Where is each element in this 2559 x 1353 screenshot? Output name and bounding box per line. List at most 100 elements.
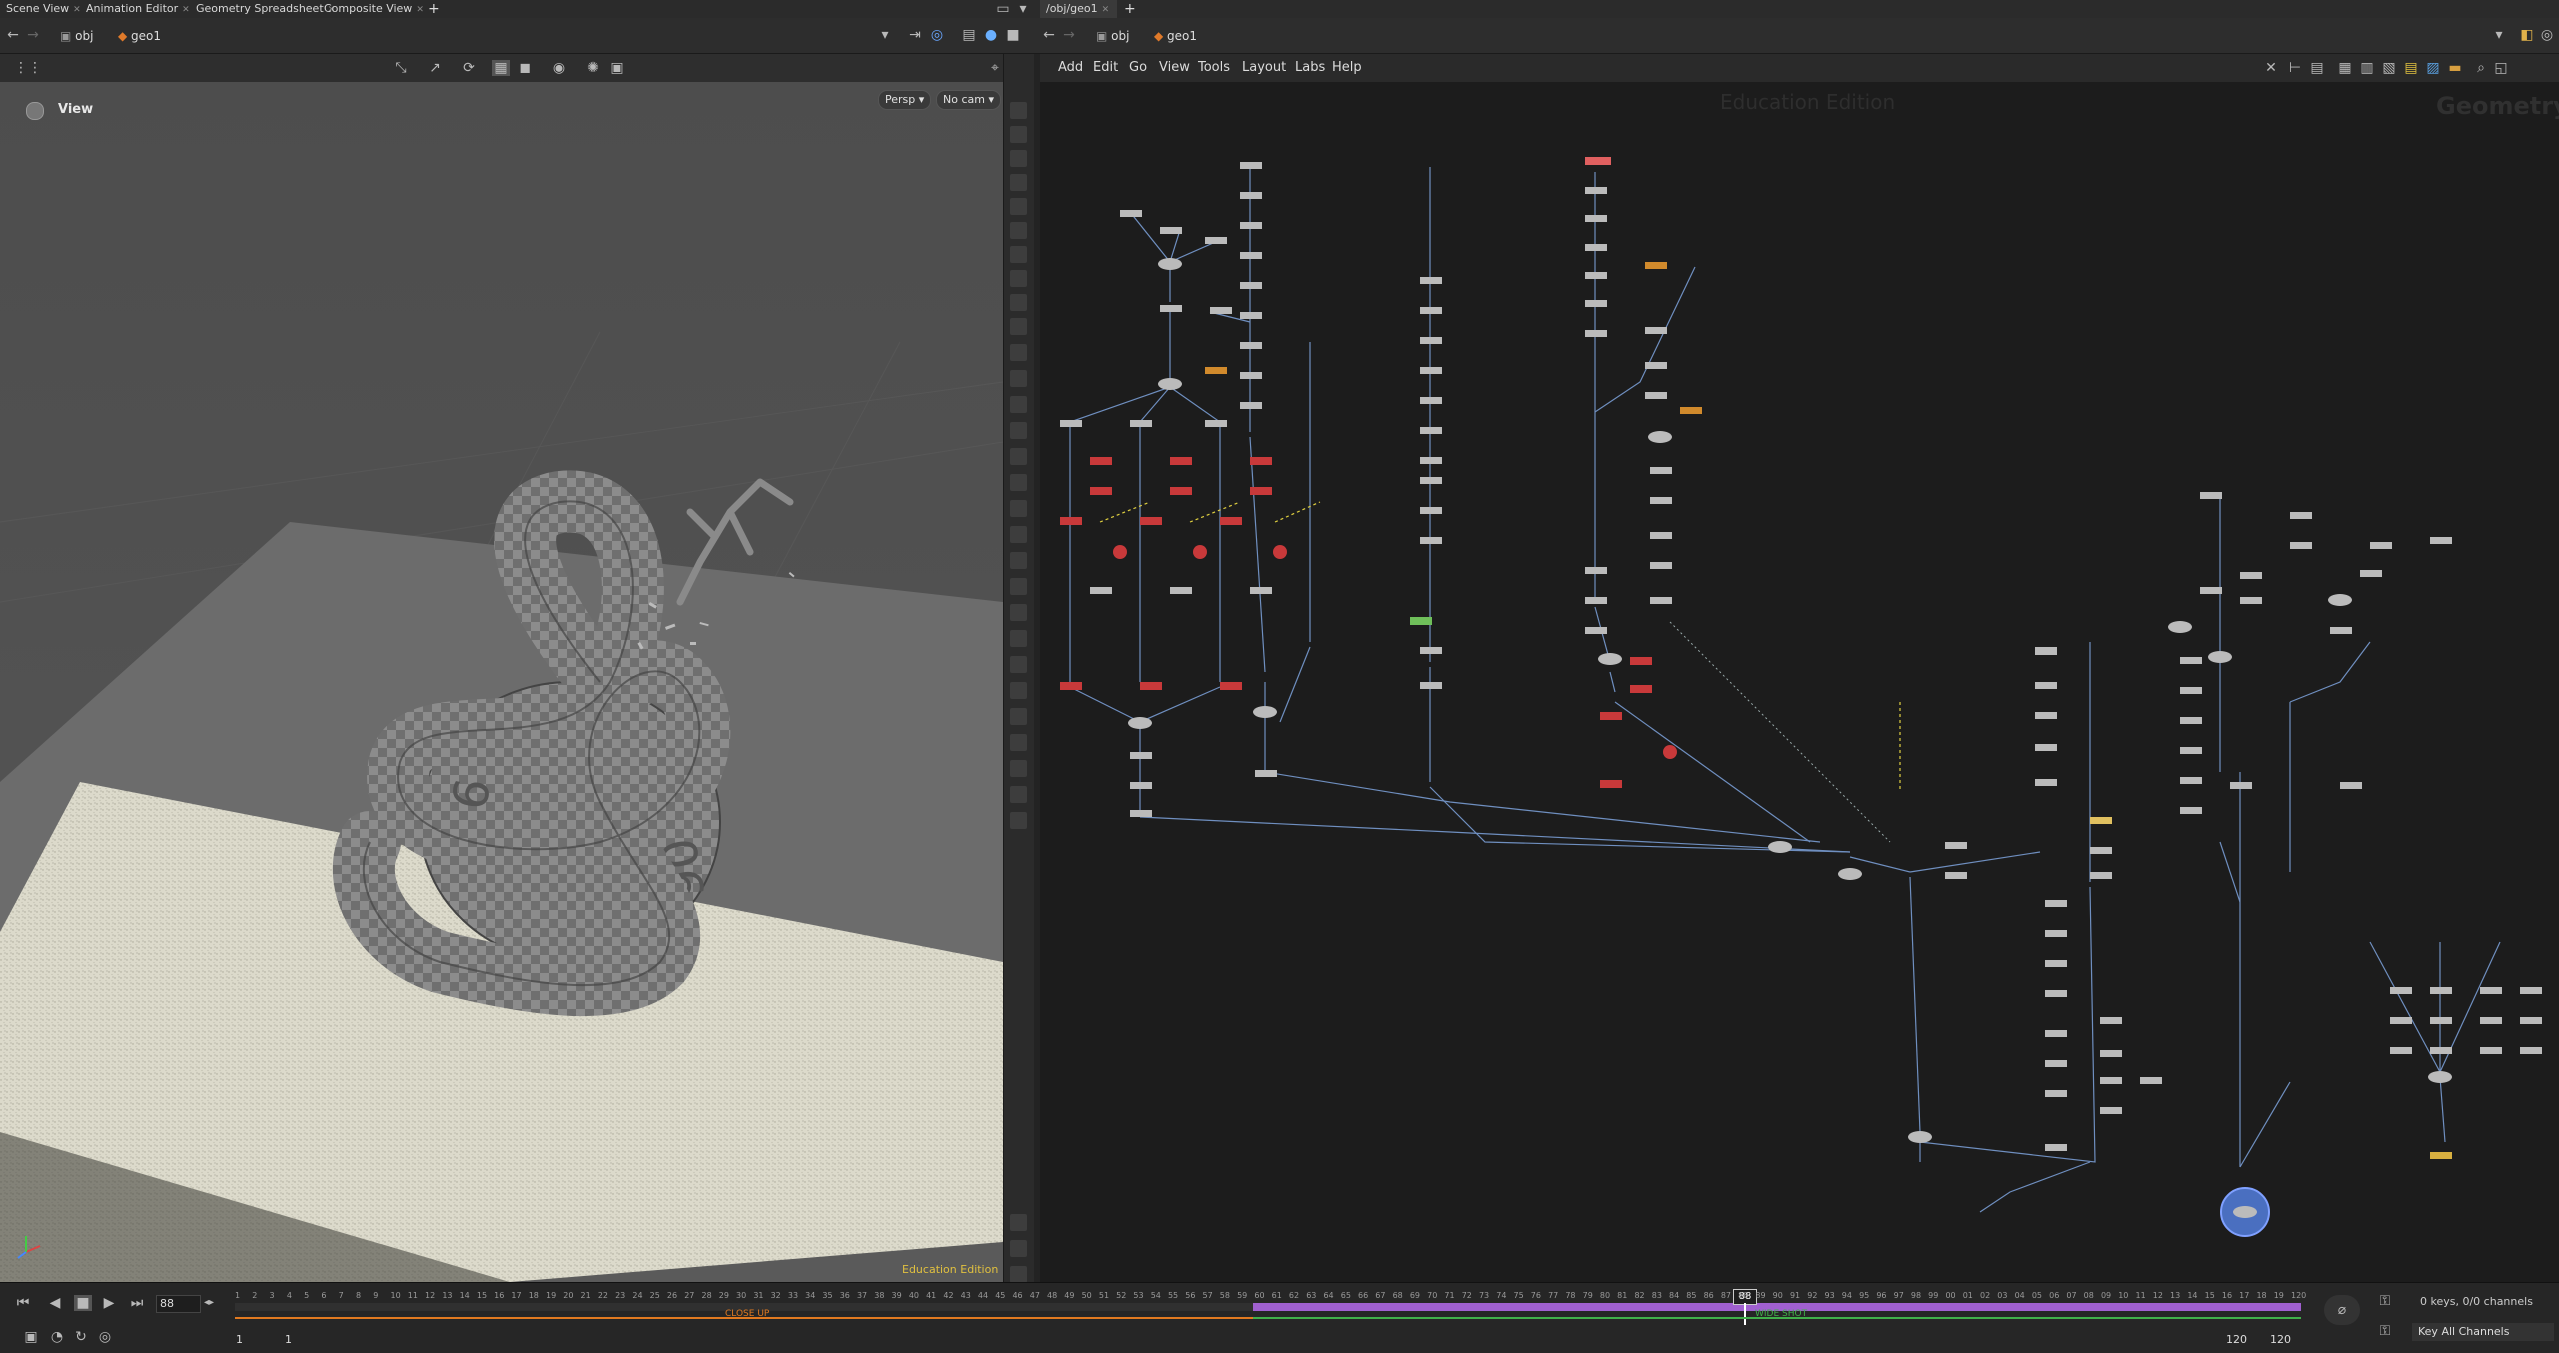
tool-icon[interactable] <box>1010 222 1027 239</box>
close-icon[interactable]: ✕ <box>182 5 190 15</box>
grid-menu-icon[interactable]: ⋮⋮ <box>14 60 42 76</box>
display-options-icon[interactable]: ▤ <box>960 27 978 43</box>
scene-viewport[interactable]: 06 06 View Persp ▾ No cam ▾ Education Ed… <box>0 82 1003 1282</box>
rotate-tool-icon[interactable]: ⟳ <box>460 60 478 76</box>
select-tool-icon[interactable]: ⤡ <box>392 60 410 76</box>
tool-icon[interactable] <box>1010 198 1027 215</box>
chevron-down-icon[interactable]: ▾ <box>876 27 894 43</box>
key-icon[interactable]: ⚿ <box>2376 1293 2394 1309</box>
tool-icon[interactable] <box>1010 246 1027 263</box>
global-animation-icon[interactable]: ▣ <box>22 1329 40 1345</box>
image-icon[interactable]: ▨ <box>2424 60 2442 76</box>
breadcrumb-geo1[interactable]: ◆ geo1 <box>118 27 161 45</box>
camera-icon[interactable]: ◼ <box>516 60 534 76</box>
tool-icon[interactable] <box>1010 630 1027 647</box>
menu-tools[interactable]: Tools <box>1198 60 1230 75</box>
tool-icon[interactable] <box>1010 474 1027 491</box>
loop-icon[interactable]: ↻ <box>72 1329 90 1345</box>
maximize-icon[interactable]: ■ <box>1004 27 1022 43</box>
skip-start-icon[interactable]: ⏮ <box>14 1295 32 1311</box>
tool-icon[interactable] <box>1010 344 1027 361</box>
breadcrumb-obj[interactable]: ▣ obj <box>60 27 93 45</box>
tab-animation-editor[interactable]: Animation Editor ✕ <box>80 0 198 18</box>
box-icon[interactable]: ▬ <box>2446 60 2464 76</box>
tool-icon[interactable] <box>1010 734 1027 751</box>
tool-icon[interactable] <box>1010 370 1027 387</box>
wrench-icon[interactable]: ✕ <box>2262 60 2280 76</box>
close-icon[interactable]: ✕ <box>416 5 424 15</box>
persp-dropdown[interactable]: Persp ▾ <box>878 90 932 110</box>
tab-obj-geo1[interactable]: /obj/geo1 ✕ <box>1040 0 1118 18</box>
range-start-field[interactable]: 1 <box>236 1333 276 1346</box>
audio-icon[interactable]: ⌀ <box>2324 1295 2360 1325</box>
tool-icon[interactable] <box>1010 396 1027 413</box>
grid-icon[interactable] <box>1010 1240 1027 1257</box>
tool-icon[interactable] <box>1010 448 1027 465</box>
key-all-icon[interactable]: ⚿ <box>2376 1323 2394 1339</box>
breadcrumb-geo1[interactable]: ◆ geo1 <box>1154 27 1197 45</box>
tool-icon[interactable] <box>1010 604 1027 621</box>
step-back-icon[interactable]: ◀ <box>46 1295 64 1311</box>
camera-dropdown[interactable]: No cam ▾ <box>936 90 1001 110</box>
list-icon[interactable]: ▤ <box>2308 60 2326 76</box>
stop-icon[interactable]: ■ <box>74 1295 92 1311</box>
menu-edit[interactable]: Edit <box>1093 60 1118 75</box>
render-icon[interactable]: ✺ <box>584 60 602 76</box>
range-end-field-b[interactable]: 120 <box>2270 1333 2310 1346</box>
add-tab-icon[interactable]: + <box>428 0 440 18</box>
tool-icon[interactable] <box>1010 578 1027 595</box>
search-icon[interactable]: ⌕ <box>2472 60 2490 76</box>
menu-help[interactable]: Help <box>1332 60 1362 75</box>
close-icon[interactable]: ✕ <box>1102 5 1110 15</box>
menu-view[interactable]: View <box>1159 60 1190 75</box>
table-icon[interactable]: ▥ <box>2358 60 2376 76</box>
back-arrow-icon[interactable]: ← <box>4 27 22 43</box>
menu-add[interactable]: Add <box>1058 60 1083 75</box>
menu-labs[interactable]: Labs <box>1295 60 1325 75</box>
tool-icon[interactable] <box>1010 270 1027 287</box>
snap-icon[interactable]: ▦ <box>492 60 510 76</box>
fps-icon[interactable]: ◎ <box>96 1329 114 1345</box>
pin-icon[interactable]: ⇥ <box>906 27 924 43</box>
forward-arrow-icon[interactable]: → <box>1060 27 1078 43</box>
screenshot-icon[interactable]: ▣ <box>608 60 626 76</box>
tool-icon[interactable] <box>1010 422 1027 439</box>
tab-composite-view[interactable]: Composite View ✕ <box>318 0 432 18</box>
network-editor[interactable]: Education Edition Geometry <box>1040 82 2559 1282</box>
tree-icon[interactable]: ⊢ <box>2286 60 2304 76</box>
tool-icon[interactable] <box>1010 500 1027 517</box>
lock-icon[interactable] <box>1010 150 1027 167</box>
breadcrumb-obj[interactable]: ▣ obj <box>1096 27 1129 45</box>
lights-icon[interactable]: ◉ <box>550 60 568 76</box>
pane-options-icon[interactable]: ▾ <box>1014 1 1032 17</box>
current-frame-field[interactable]: 88 <box>156 1295 201 1313</box>
tool-icon[interactable] <box>1010 294 1027 311</box>
back-arrow-icon[interactable]: ← <box>1040 27 1058 43</box>
tool-icon[interactable] <box>1010 786 1027 803</box>
add-tab-icon[interactable]: + <box>1124 0 1136 18</box>
note-icon[interactable]: ▤ <box>2402 60 2420 76</box>
tool-icon[interactable] <box>1010 812 1027 829</box>
tool-icon[interactable] <box>1010 102 1027 119</box>
tool-icon[interactable] <box>1010 656 1027 673</box>
skip-end-icon[interactable]: ⏭ <box>128 1295 146 1311</box>
range-step-field[interactable]: 1 <box>285 1333 315 1346</box>
pin-icon[interactable]: ◧ <box>2518 27 2536 43</box>
tool-icon[interactable] <box>1010 760 1027 777</box>
timeline-ruler[interactable]: 88 CLOSE UP WIDE SHOT 1 2 3 4 5 6 7 8 9 10 11 12 13 1… <box>235 1287 2306 1325</box>
translate-tool-icon[interactable]: ↗ <box>426 60 444 76</box>
grid-view-icon[interactable]: ▦ <box>2336 60 2354 76</box>
range-end-field-a[interactable]: 120 <box>2226 1333 2266 1346</box>
link-icon[interactable]: ◎ <box>928 27 946 43</box>
menu-layout[interactable]: Layout <box>1242 60 1286 75</box>
tool-icon[interactable] <box>1010 708 1027 725</box>
palette-icon[interactable]: ▧ <box>2380 60 2398 76</box>
layout-icon[interactable]: ◱ <box>2492 60 2510 76</box>
visibility-icon[interactable]: ⌖ <box>986 60 1004 76</box>
camera-icon[interactable] <box>1010 1266 1027 1283</box>
tool-icon[interactable] <box>1010 126 1027 143</box>
key-all-channels-button[interactable]: Key All Channels <box>2412 1323 2554 1341</box>
tool-icon[interactable] <box>1010 682 1027 699</box>
forward-arrow-icon[interactable]: → <box>24 27 42 43</box>
tool-icon[interactable] <box>1010 174 1027 191</box>
